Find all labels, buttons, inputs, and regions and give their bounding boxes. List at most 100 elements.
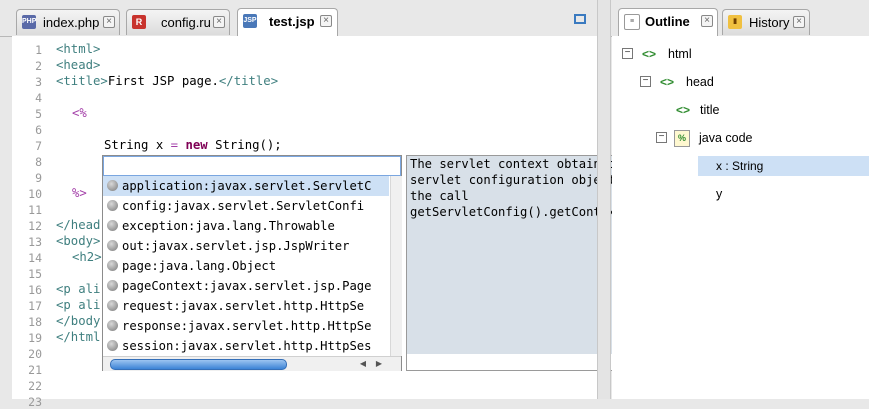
close-icon[interactable]: × — [103, 16, 115, 28]
close-icon[interactable]: × — [793, 16, 805, 28]
line-number: 1 — [35, 43, 42, 57]
line-number: 3 — [35, 75, 42, 89]
proposal-item[interactable]: exception:java.lang.Throwable — [103, 216, 389, 236]
variable-icon — [107, 340, 118, 351]
collapse-icon[interactable]: − — [622, 48, 633, 59]
variable-icon — [107, 320, 118, 331]
jsp-file-icon: JSP — [243, 14, 257, 28]
proposal-item[interactable]: request:javax.servlet.http.HttpSe — [103, 296, 389, 316]
outline-label: title — [700, 103, 720, 117]
line-number: 7 — [35, 139, 42, 153]
proposal-item[interactable]: config:javax.servlet.ServletConfi — [103, 196, 389, 216]
proposal-item[interactable]: pageContext:javax.servlet.jsp.Page — [103, 276, 389, 296]
variable-icon — [107, 260, 118, 271]
code-line-2: <head> — [56, 58, 101, 72]
proposal-label: pageContext:javax.servlet.jsp.Page — [122, 279, 372, 293]
tab-outline[interactable]: ≡ Outline × — [618, 8, 718, 36]
proposal-label: request:javax.servlet.http.HttpSe — [122, 299, 365, 313]
line-number: 22 — [28, 379, 42, 393]
variable-icon — [107, 200, 118, 211]
line-number: 20 — [28, 347, 42, 361]
code-line-14: <h2> — [72, 250, 102, 264]
horizontal-scrollbar[interactable]: ◀ ▶ — [103, 356, 401, 371]
line-number: 8 — [35, 155, 42, 169]
code-line-3: <title>First JSP page.</title> — [56, 74, 279, 88]
history-icon: ▮ — [728, 15, 742, 29]
outline-icon: ≡ — [624, 14, 640, 30]
tab-label: test.jsp — [269, 14, 315, 29]
code-line-5: <% — [72, 106, 87, 120]
pane-divider[interactable] — [597, 0, 611, 399]
proposal-label: session:javax.servlet.http.HttpSes — [122, 339, 372, 353]
ruby-file-icon: R — [132, 15, 146, 29]
collapse-icon[interactable]: − — [656, 132, 667, 143]
scroll-left-arrow-icon[interactable]: ◀ — [357, 358, 369, 370]
proposal-item[interactable]: application:javax.servlet.ServletC — [103, 176, 389, 196]
tab-history[interactable]: ▮ History × — [722, 9, 810, 35]
outline-tree[interactable]: − <> html − <> head <> title − % java co… — [612, 36, 869, 399]
outline-label: x : String — [716, 159, 764, 173]
line-number: 16 — [28, 283, 42, 297]
line-number: 15 — [28, 267, 42, 281]
vertical-scrollbar[interactable] — [390, 176, 402, 356]
scrollbar-thumb[interactable] — [110, 359, 287, 370]
line-number: 5 — [35, 107, 42, 121]
tab-test-jsp[interactable]: JSP test.jsp × — [237, 8, 338, 36]
code-line-16: <p ali — [56, 282, 101, 296]
proposal-label: out:javax.servlet.jsp.JspWriter — [122, 239, 350, 253]
editor-tab-bar: PHP index.php × R config.ru × JSP test.j… — [0, 0, 597, 37]
code-line-7: String x = new String(); — [104, 138, 282, 152]
line-number: 18 — [28, 315, 42, 329]
tab-label: index.php — [43, 15, 100, 30]
tab-label: config.ru — [161, 15, 211, 30]
line-number: 12 — [28, 219, 42, 233]
proposal-item[interactable]: page:java.lang.Object — [103, 256, 389, 276]
proposal-item[interactable]: response:javax.servlet.http.HttpSe — [103, 316, 389, 336]
proposal-label: config:javax.servlet.ServletConfi — [122, 199, 365, 213]
outline-label: java code — [699, 131, 753, 145]
outline-label: head — [686, 75, 714, 89]
tab-config-ru[interactable]: R config.ru × — [126, 9, 230, 35]
proposal-label: page:java.lang.Object — [122, 259, 277, 273]
close-icon[interactable]: × — [213, 16, 225, 28]
line-number: 6 — [35, 123, 42, 137]
code-line-1: <html> — [56, 42, 101, 56]
line-number: 17 — [28, 299, 42, 313]
outline-label: y — [716, 187, 723, 201]
close-icon[interactable]: × — [320, 15, 332, 27]
proposal-item[interactable]: session:javax.servlet.http.HttpSes — [103, 336, 389, 356]
line-number: 10 — [28, 187, 42, 201]
line-number: 13 — [28, 235, 42, 249]
line-number: 11 — [28, 203, 42, 217]
variable-icon — [107, 280, 118, 291]
content-assist-popup[interactable]: application:javax.servlet.ServletC config… — [102, 155, 402, 371]
proposal-label: application:javax.servlet.ServletC — [122, 179, 372, 193]
php-file-icon: PHP — [22, 15, 36, 29]
line-number: 9 — [35, 171, 42, 185]
code-line-10: %> — [72, 186, 87, 200]
variable-icon — [107, 180, 118, 191]
code-line-18: </body — [56, 314, 101, 328]
tag-icon: <> — [660, 75, 675, 89]
variable-icon — [107, 240, 118, 251]
code-line-12: </head — [56, 218, 101, 232]
proposal-item[interactable]: out:javax.servlet.jsp.JspWriter — [103, 236, 389, 256]
collapse-icon[interactable]: − — [640, 76, 651, 87]
line-number: 21 — [28, 363, 42, 377]
outline-node-x-string[interactable]: x : String — [698, 156, 869, 176]
outline-label: html — [668, 47, 692, 61]
maximize-icon[interactable] — [574, 14, 586, 24]
outline-tab-bar: ≡ Outline × ▮ History × — [611, 0, 869, 37]
content-assist-filter-input[interactable] — [103, 156, 401, 176]
line-number: 14 — [28, 251, 42, 265]
tag-icon: <> — [676, 103, 691, 117]
tab-index-php[interactable]: PHP index.php × — [16, 9, 120, 35]
line-number: 2 — [35, 59, 42, 73]
line-number: 4 — [35, 91, 42, 105]
code-line-17: <p ali — [56, 298, 101, 312]
java-code-icon: % — [674, 130, 690, 147]
code-line-13: <body> — [56, 234, 101, 248]
close-icon[interactable]: × — [701, 15, 713, 27]
tab-label: History — [749, 15, 790, 30]
scroll-right-arrow-icon[interactable]: ▶ — [373, 358, 385, 370]
